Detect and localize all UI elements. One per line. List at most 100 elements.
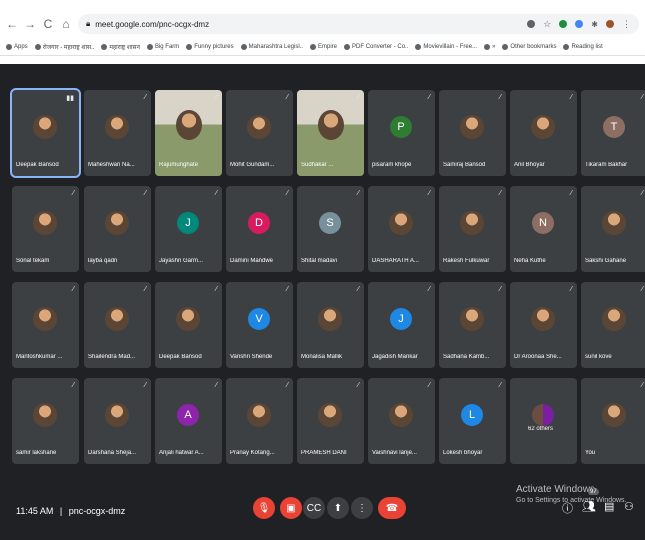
participant-tile[interactable]: 62 others (510, 378, 577, 464)
participant-tile[interactable]: V ⁄ Vanshri Shende (226, 282, 293, 368)
participant-tile[interactable]: ⁄ DASHARATH A... (368, 186, 435, 272)
participant-tile[interactable]: ⁄ Sadhana Kamb... (439, 282, 506, 368)
people-icon[interactable]: 👥︎ (582, 500, 596, 513)
captions-button[interactable]: CC (303, 497, 325, 519)
bookmark-item[interactable]: Reading list (563, 43, 603, 50)
participant-tile[interactable]: N ⁄ Neha Kuthe (510, 186, 577, 272)
more-options-button[interactable]: ⋮ (351, 497, 373, 519)
participant-tile[interactable]: ⁄ Sakshi Gahane (581, 186, 645, 272)
participant-tile[interactable]: T ⁄ Tikaram Bakhar (581, 90, 645, 176)
camera-off-button[interactable]: ▣ (280, 497, 302, 519)
bookmark-item[interactable]: Maharashtra Legisl.. (240, 43, 303, 50)
mic-off-icon: ⁄ (641, 286, 643, 293)
participant-tile[interactable]: ⁄ Shailendra Mad... (84, 282, 151, 368)
mic-off-icon: ⁄ (215, 94, 217, 101)
avatar (389, 211, 413, 235)
mic-off-button[interactable]: 🎙︎ (253, 497, 275, 519)
camera-icon[interactable] (527, 20, 536, 28)
participant-tile[interactable]: S ⁄ Shital madavi (297, 186, 364, 272)
participant-tile[interactable]: ⁄ You (581, 378, 645, 464)
participant-tile[interactable]: A ⁄ Anjali hatwar A... (155, 378, 222, 464)
avatar: L (461, 404, 483, 426)
info-icon[interactable]: ⓘ (562, 500, 573, 516)
bookmark-item[interactable]: Funny pictures (186, 43, 234, 50)
bookmark-item[interactable]: PDF Converter - Co.. (344, 43, 408, 50)
puzzle-icon[interactable]: ✱ (591, 20, 598, 29)
address-bar[interactable]: 🔒︎ meet.google.com/pnc-ocgx-dmz ☆ ✱ ⋮ (78, 14, 639, 34)
speaking-icon: ▮▮ (66, 95, 74, 102)
participant-tile[interactable]: ⁄ Maheshwari Na... (84, 90, 151, 176)
home-icon[interactable]: ⌂ (60, 17, 72, 31)
others-avatars (532, 404, 554, 426)
mic-off-icon: ⁄ (641, 94, 643, 101)
participant-name: Lokesh bhoyar (443, 450, 483, 456)
participant-name: Shailendra Mad... (88, 354, 136, 360)
participant-tile[interactable]: ⁄ layba qadri (84, 186, 151, 272)
mic-off-icon: ⁄ (641, 382, 643, 389)
participant-tile[interactable]: ⁄ Dr Aroonaa She... (510, 282, 577, 368)
participant-tile[interactable]: L ⁄ Lokesh bhoyar (439, 378, 506, 464)
extension-icon[interactable] (559, 20, 568, 28)
bookmark-item[interactable]: » (484, 43, 496, 50)
participant-tile[interactable]: ▮▮ Deepak Bansod (10, 88, 81, 178)
avatar (318, 403, 342, 427)
mic-off-icon: ⁄ (286, 94, 288, 101)
bookmark-item[interactable]: रोजगार - महाराष्ट्र शास.. (34, 43, 94, 51)
participant-tile[interactable]: ⁄ Monalisa Mallik (297, 282, 364, 368)
bookmark-item[interactable]: Empire (310, 43, 337, 50)
chat-icon[interactable]: ▤ (604, 500, 614, 513)
avatar (105, 403, 129, 427)
participant-name: Monalisa Mallik (301, 354, 343, 360)
participant-name: You (585, 450, 596, 456)
mic-off-icon: ⁄ (144, 190, 146, 197)
participant-tile[interactable]: ⁄ Samiraj Bansod (439, 90, 506, 176)
bookmark-item[interactable]: Big Farm (146, 43, 179, 50)
extension-icon[interactable] (575, 20, 584, 28)
participant-tile[interactable]: ⁄ Sonal tekam (12, 186, 79, 272)
avatar (460, 307, 484, 331)
forward-icon[interactable]: → (24, 17, 36, 31)
avatar (460, 115, 484, 139)
participant-tile[interactable]: ⁄ Anil Bhoyar (510, 90, 577, 176)
bookmark-item[interactable]: महाराष्ट्र शासन (101, 43, 140, 51)
participant-tile[interactable]: ⁄ PRAMESH DANI (297, 378, 364, 464)
participant-name: DASHARATH A... (372, 258, 419, 264)
participant-tile[interactable]: D ⁄ Damini Mandwe (226, 186, 293, 272)
bookmark-icon (415, 43, 422, 50)
participant-tile[interactable]: ⁄ Deepak Bansod (155, 282, 222, 368)
participant-tile[interactable]: J ⁄ Jagadish Mankar (368, 282, 435, 368)
activities-icon[interactable]: ⚇ (624, 500, 634, 513)
bookmark-item[interactable]: Other bookmarks (502, 43, 556, 50)
reload-icon[interactable]: C (42, 17, 54, 31)
participant-tile[interactable]: ⁄ Rakesh Fulkuwar (439, 186, 506, 272)
avatar (318, 307, 342, 331)
participant-tile[interactable]: ⁄ Mohit Gundam... (226, 90, 293, 176)
participant-tile[interactable]: P ⁄ pisaram khope (368, 90, 435, 176)
participant-name: Sudhakar ... (301, 162, 334, 168)
bookmark-item[interactable]: Apps (6, 43, 28, 50)
menu-icon[interactable]: ⋮ (622, 19, 631, 30)
star-icon[interactable]: ☆ (543, 19, 551, 30)
present-button[interactable]: ⬆ (327, 497, 349, 519)
participant-name: Vaishnavi lanje... (372, 450, 417, 456)
participant-tile[interactable]: ⁄ sunil kove (581, 282, 645, 368)
avatar[interactable] (606, 20, 614, 28)
back-icon[interactable]: ← (6, 17, 18, 31)
participant-tile[interactable]: ⁄ samir lakshane (12, 378, 79, 464)
mic-off-icon: ⁄ (72, 382, 74, 389)
participant-tile[interactable]: ⁄ Vaishnavi lanje... (368, 378, 435, 464)
clock-time: 11:45 AM (16, 506, 54, 516)
participant-tile[interactable]: ⁄ Pranay Kotang... (226, 378, 293, 464)
leave-call-button[interactable]: ☎ (378, 497, 406, 519)
avatar (389, 403, 413, 427)
participant-tile[interactable]: J ⁄ Jayashri Garm... (155, 186, 222, 272)
meeting-info: 11:45 AM | pnc-ocgx-dmz (16, 506, 125, 516)
avatar: T (603, 116, 625, 138)
participant-tile[interactable]: ⁄ Sudhakar ... (297, 90, 364, 176)
mic-off-icon: ⁄ (428, 190, 430, 197)
participant-tile[interactable]: ⁄ Mantoshkumar ... (12, 282, 79, 368)
participant-tile[interactable]: ⁄ Darshana Sheja... (84, 378, 151, 464)
participant-tile[interactable]: ⁄ Rajumunghate (155, 90, 222, 176)
bookmark-item[interactable]: Movievillain - Free... (415, 43, 477, 50)
bookmark-label: » (492, 43, 496, 50)
